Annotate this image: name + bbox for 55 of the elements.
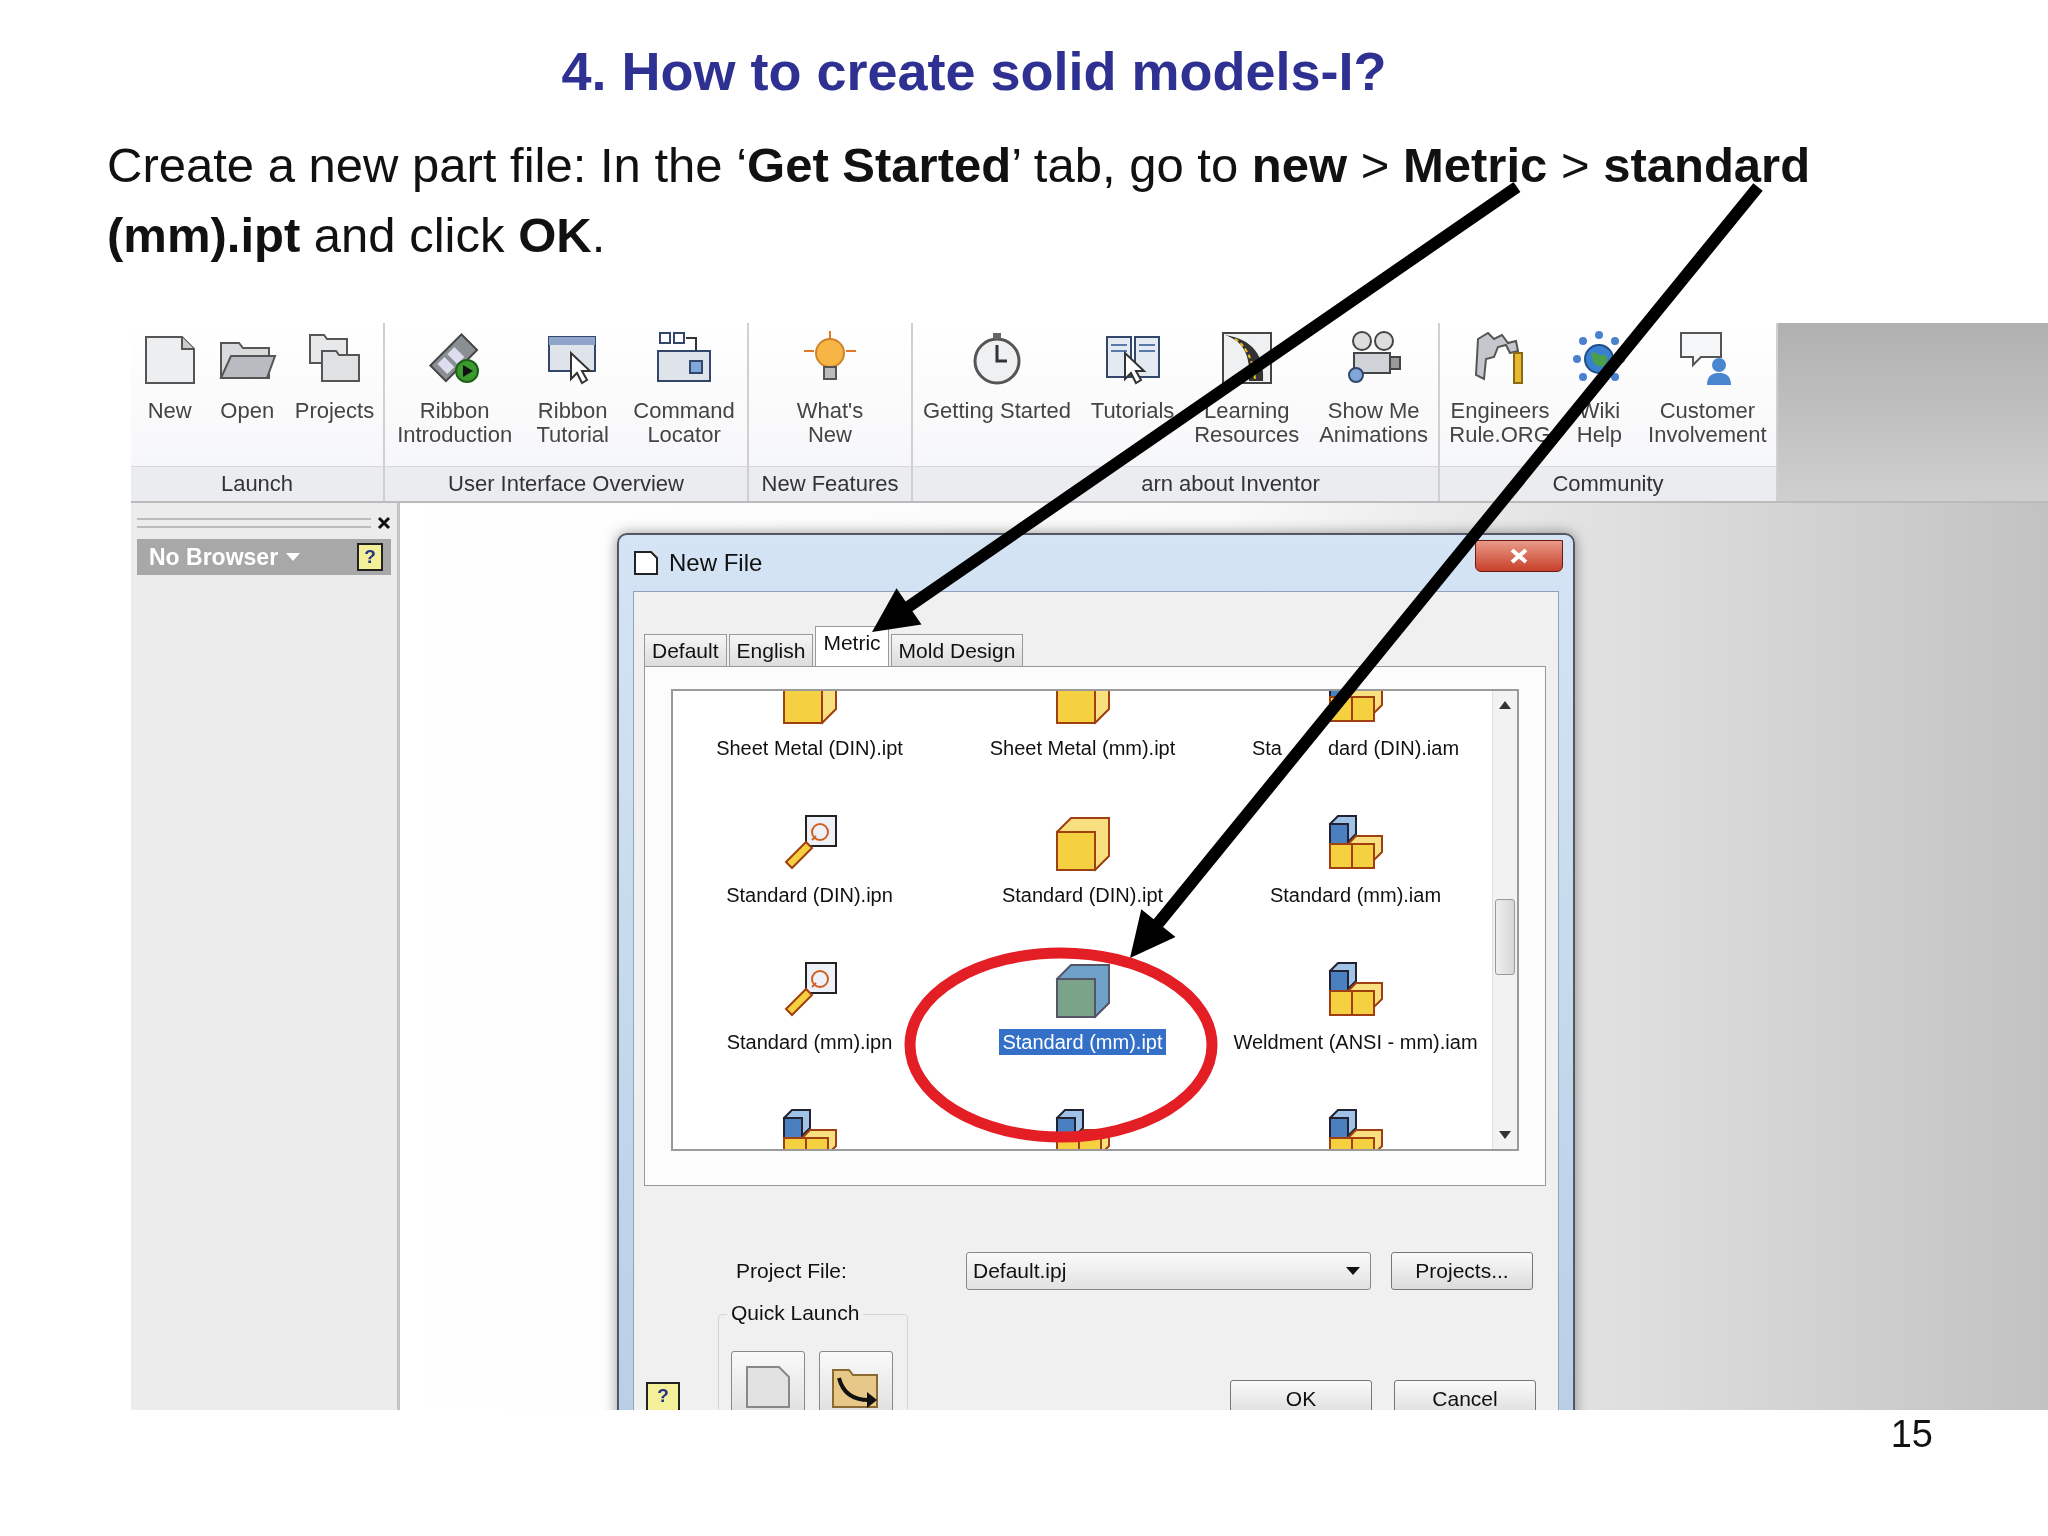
close-button[interactable] — [1475, 540, 1563, 572]
page-number: 15 — [1889, 1412, 1934, 1457]
help-button[interactable]: ? — [357, 543, 383, 571]
template-item[interactable]: Weldment (ANSI - mm).iam — [1230, 1029, 1481, 1055]
slide-title: 4. How to create solid models-I? — [560, 40, 1388, 103]
projects-button[interactable]: Projects... — [1391, 1252, 1533, 1290]
down-arrow-icon[interactable] — [1499, 1131, 1511, 1139]
ribbon-button[interactable]: New — [137, 329, 202, 466]
template-item[interactable]: dard (DIN).iam — [1324, 735, 1463, 761]
window-title: New File — [669, 549, 763, 577]
group-label: Community — [1440, 466, 1776, 501]
scroll-thumb[interactable] — [1495, 899, 1515, 975]
project-file-dropdown[interactable]: Default.ipj — [966, 1252, 1371, 1290]
ribbon-button[interactable]: Ribbon Introduction — [395, 329, 515, 466]
ribbon-button[interactable]: Ribbon Tutorial — [534, 329, 611, 466]
tab[interactable]: English — [728, 634, 814, 666]
tab[interactable]: Mold Design — [890, 634, 1024, 666]
template-item[interactable]: Standard (mm).ipn — [723, 1029, 896, 1055]
ribbon-button[interactable]: What's New — [794, 329, 866, 466]
template-item[interactable]: Sheet Metal (DIN).ipt — [713, 735, 906, 761]
ribbon-button[interactable]: Getting Started — [920, 329, 1073, 466]
page-icon — [745, 1365, 791, 1409]
field-label: Project File: — [736, 1259, 848, 1283]
template-item[interactable]: Sheet Metal (mm).ipt — [986, 735, 1179, 761]
close-icon[interactable] — [377, 516, 391, 530]
tab[interactable]: Metric — [815, 626, 889, 666]
close-icon — [1510, 548, 1528, 564]
open-file-button[interactable] — [819, 1351, 893, 1410]
help-button[interactable]: ? — [646, 1382, 680, 1410]
new-file-button[interactable] — [731, 1351, 805, 1410]
ribbon-button[interactable]: Engineers Rule.ORG — [1447, 329, 1553, 466]
ribbon-button[interactable]: Open — [215, 329, 280, 466]
group-label: User Interface Overview — [385, 466, 747, 501]
group-label: Launch — [131, 466, 383, 501]
up-arrow-icon[interactable] — [1499, 701, 1511, 709]
scrollbar[interactable] — [1492, 691, 1517, 1149]
template-item[interactable]: Standard (mm).ipt — [999, 1029, 1166, 1055]
template-item[interactable]: Sta — [1248, 735, 1285, 761]
group-label: arn about Inventor — [913, 466, 1438, 501]
caret-icon — [1346, 1267, 1360, 1275]
dialog-button[interactable]: Cancel — [1394, 1380, 1536, 1410]
group-label: New Features — [749, 466, 911, 501]
ribbon-button[interactable]: Projects — [292, 329, 377, 466]
ribbon-button[interactable]: Show Me Animations — [1317, 329, 1431, 466]
instruction-text: Create a new part file: In the ‘Get Started’ tab, go to new > Metric > standard (mm).ipt and click OK. — [107, 137, 1812, 264]
page-icon — [633, 550, 659, 576]
caret-icon — [286, 553, 301, 561]
grip-handle[interactable] — [137, 518, 371, 528]
dialog-button[interactable]: OK — [1230, 1380, 1372, 1410]
ribbon-button[interactable]: Command Locator — [631, 329, 737, 466]
template-item[interactable]: Standard (mm).iam — [1266, 882, 1445, 908]
template-item[interactable]: Standard (DIN).ipt — [998, 882, 1167, 908]
tab[interactable]: Default — [644, 634, 727, 666]
template-item[interactable]: Standard (DIN).ipn — [723, 882, 896, 908]
ribbon-button[interactable]: Customer Involvement — [1646, 329, 1769, 466]
